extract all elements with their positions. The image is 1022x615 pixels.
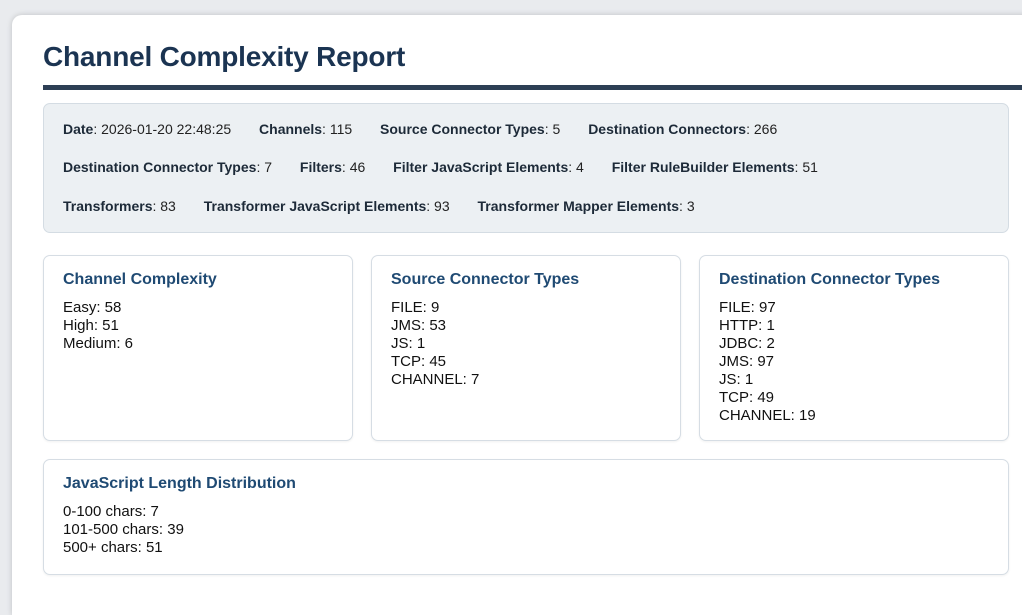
- stat-filter-rulebuilder-elements: Filter RuleBuilder Elements: 51: [612, 159, 818, 175]
- stat-filter-javascript-elements: Filter JavaScript Elements: 4: [393, 159, 584, 175]
- stat-value: : 7: [256, 159, 273, 175]
- stat-filters: Filters: 46: [300, 159, 365, 175]
- stat-value: : 4: [568, 159, 584, 175]
- stat-label: Destination Connectors: [588, 121, 747, 137]
- list-item: JS: 1: [391, 335, 426, 352]
- list-item: JMS: 97: [719, 353, 775, 370]
- stat-value: : 115: [322, 121, 353, 137]
- list-item: 0-100 chars: 7: [63, 503, 159, 520]
- list-item: 500+ chars: 51: [63, 539, 163, 556]
- stat-label: Destination Connector Types: [63, 159, 257, 175]
- list-item: CHANNEL: 19: [719, 407, 816, 424]
- stat-source-connector-types: Source Connector Types: 5: [380, 121, 560, 137]
- stat-value: : 3: [679, 198, 695, 214]
- list-item: JMS: 53: [391, 317, 447, 334]
- destination-connector-types-card: Destination Connector Types FILE: 97 HTT…: [699, 255, 1009, 441]
- stat-value: : 93: [426, 198, 450, 214]
- card-list: FILE: 97 HTTP: 1 JDBC: 2 JMS: 97 JS: 1 T…: [719, 299, 816, 425]
- stat-label: Date: [63, 121, 94, 137]
- card-list: FILE: 9 JMS: 53 JS: 1 TCP: 45 CHANNEL: 7: [391, 299, 479, 389]
- list-item: FILE: 97: [719, 299, 776, 316]
- card-title: Destination Connector Types: [719, 271, 941, 288]
- stat-transformers: Transformers: 83: [63, 198, 176, 214]
- stat-label: Transformer Mapper Elements: [477, 198, 680, 214]
- stat-channels: Channels: 115: [259, 121, 352, 137]
- list-item: CHANNEL: 7: [391, 371, 480, 388]
- stat-date: Date: 2026-01-20 22:48:25: [63, 121, 231, 137]
- list-item: TCP: 49: [719, 389, 775, 406]
- summary-row-2: Destination Connector Types: 7 Filters: …: [63, 159, 842, 175]
- summary-panel: Date: 2026-01-20 22:48:25 Channels: 115 …: [43, 103, 1009, 233]
- summary-row-3: Transformers: 83 Transformer JavaScript …: [63, 198, 719, 214]
- list-item: High: 51: [63, 317, 119, 334]
- list-item: Medium: 6: [63, 335, 134, 352]
- stat-value: : 5: [544, 121, 561, 137]
- channel-complexity-card: Channel Complexity Easy: 58 High: 51 Med…: [43, 255, 353, 441]
- list-item: FILE: 9: [391, 299, 440, 316]
- stat-transformer-javascript-elements: Transformer JavaScript Elements: 93: [204, 198, 450, 214]
- stat-destination-connector-types: Destination Connector Types: 7: [63, 159, 272, 175]
- stat-label: Transformer JavaScript Elements: [203, 198, 427, 214]
- list-item: HTTP: 1: [719, 317, 775, 334]
- stat-label: Filters: [299, 159, 342, 175]
- stat-value: : 83: [152, 198, 176, 214]
- source-connector-types-card: Source Connector Types FILE: 9 JMS: 53 J…: [371, 255, 681, 441]
- stat-value: : 51: [794, 159, 818, 175]
- stat-label: Source Connector Types: [380, 121, 545, 137]
- card-list: Easy: 58 High: 51 Medium: 6: [63, 299, 133, 353]
- stat-destination-connectors: Destination Connectors: 266: [588, 121, 777, 137]
- summary-row-1: Date: 2026-01-20 22:48:25 Channels: 115 …: [63, 121, 801, 137]
- stat-label: Filter JavaScript Elements: [393, 159, 569, 175]
- stat-value: : 266: [746, 121, 778, 137]
- stat-value: : 46: [341, 159, 366, 175]
- javascript-length-distribution-card: JavaScript Length Distribution 0-100 cha…: [43, 459, 1009, 575]
- stat-value: : 2026-01-20 22:48:25: [93, 121, 232, 137]
- list-item: JS: 1: [719, 371, 754, 388]
- card-list: 0-100 chars: 7 101-500 chars: 39 500+ ch…: [63, 503, 184, 557]
- stat-transformer-mapper-elements: Transformer Mapper Elements: 3: [478, 198, 695, 214]
- list-item: Easy: 58: [63, 299, 122, 316]
- card-title: Source Connector Types: [391, 271, 580, 288]
- title-divider: [43, 85, 1022, 90]
- list-item: 101-500 chars: 39: [63, 521, 184, 538]
- stat-label: Channels: [259, 121, 323, 137]
- page-title: Channel Complexity Report: [43, 41, 406, 72]
- list-item: JDBC: 2: [719, 335, 775, 352]
- stat-label: Filter RuleBuilder Elements: [611, 159, 795, 175]
- list-item: TCP: 45: [391, 353, 447, 370]
- report-page: Channel Complexity Report Date: 2026-01-…: [12, 15, 1022, 615]
- card-title: JavaScript Length Distribution: [63, 475, 296, 492]
- stat-label: Transformers: [63, 198, 153, 214]
- card-title: Channel Complexity: [63, 271, 217, 288]
